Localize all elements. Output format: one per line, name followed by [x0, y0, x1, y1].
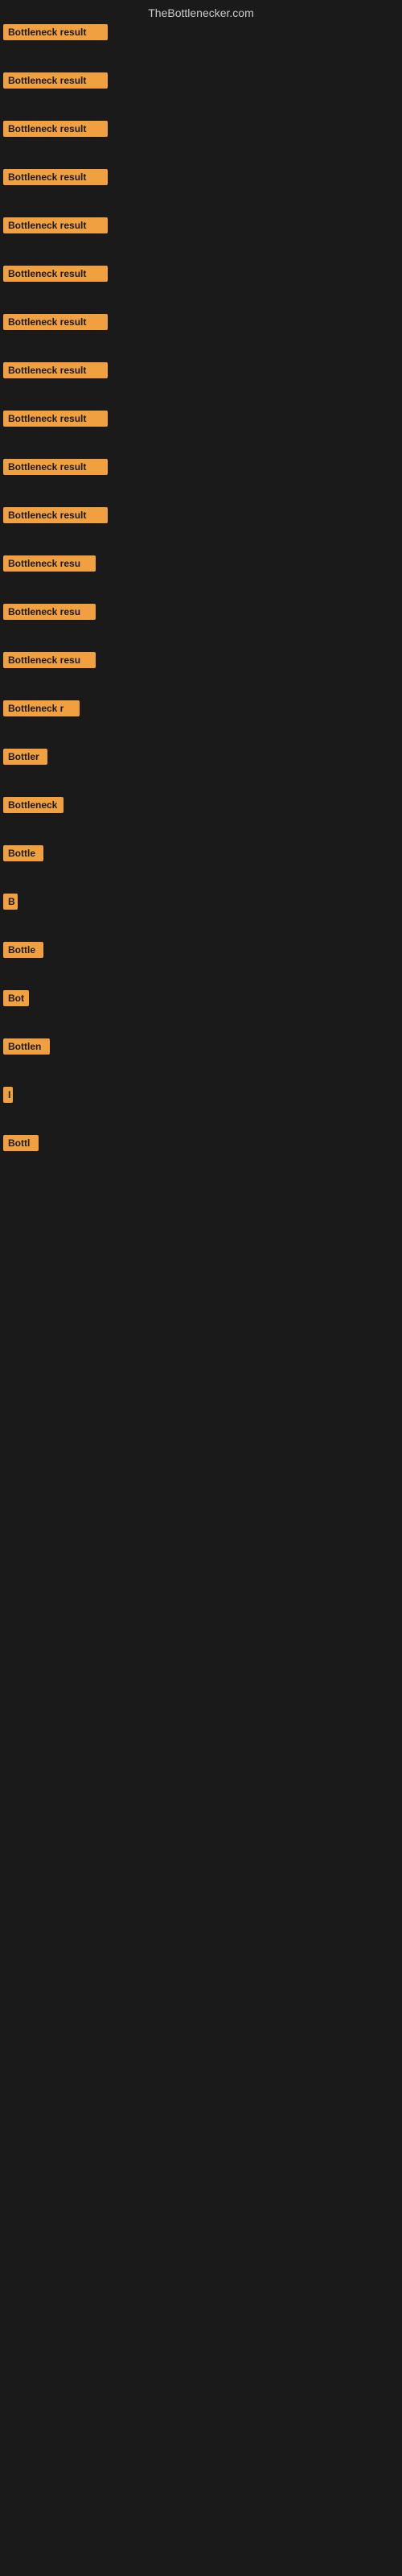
bottleneck-badge-8: Bottleneck result: [3, 362, 108, 378]
bottleneck-row-8: Bottleneck result: [3, 362, 108, 382]
bottleneck-row-12: Bottleneck resu: [3, 555, 96, 576]
bottleneck-row-4: Bottleneck result: [3, 169, 108, 189]
bottleneck-badge-5: Bottleneck result: [3, 217, 108, 233]
bottleneck-row-13: Bottleneck resu: [3, 604, 96, 624]
bottleneck-row-20: Bottle: [3, 942, 43, 962]
bottleneck-badge-7: Bottleneck result: [3, 314, 108, 330]
bottleneck-badge-12: Bottleneck resu: [3, 555, 96, 572]
bottleneck-row-22: Bottlen: [3, 1038, 50, 1059]
bottleneck-badge-20: Bottle: [3, 942, 43, 958]
bottleneck-badge-19: B: [3, 894, 18, 910]
bottleneck-badge-2: Bottleneck result: [3, 72, 108, 89]
bottleneck-row-21: Bot: [3, 990, 29, 1010]
bottleneck-badge-17: Bottleneck: [3, 797, 64, 813]
bottleneck-row-19: B: [3, 894, 18, 914]
bottleneck-row-18: Bottle: [3, 845, 43, 865]
bottleneck-badge-13: Bottleneck resu: [3, 604, 96, 620]
bottleneck-badge-23: I: [3, 1087, 13, 1103]
bottleneck-row-2: Bottleneck result: [3, 72, 108, 93]
bottleneck-badge-21: Bot: [3, 990, 29, 1006]
bottleneck-badge-11: Bottleneck result: [3, 507, 108, 523]
bottleneck-badge-6: Bottleneck result: [3, 266, 108, 282]
bottleneck-row-11: Bottleneck result: [3, 507, 108, 527]
bottleneck-badge-24: Bottl: [3, 1135, 39, 1151]
site-title: TheBottlenecker.com: [0, 0, 402, 26]
bottleneck-row-1: Bottleneck result: [3, 24, 108, 44]
bottleneck-badge-10: Bottleneck result: [3, 459, 108, 475]
bottleneck-row-15: Bottleneck r: [3, 700, 80, 720]
page-container: TheBottlenecker.com Bottleneck result Bot…: [0, 0, 402, 2576]
bottleneck-badge-1: Bottleneck result: [3, 24, 108, 40]
bottleneck-badge-9: Bottleneck result: [3, 411, 108, 427]
bottleneck-badge-16: Bottler: [3, 749, 47, 765]
bottleneck-row-6: Bottleneck result: [3, 266, 108, 286]
bottleneck-row-16: Bottler: [3, 749, 47, 769]
bottleneck-row-24: Bottl: [3, 1135, 39, 1155]
bottleneck-row-7: Bottleneck result: [3, 314, 108, 334]
bottleneck-badge-15: Bottleneck r: [3, 700, 80, 716]
bottleneck-badge-18: Bottle: [3, 845, 43, 861]
bottleneck-row-3: Bottleneck result: [3, 121, 108, 141]
bottleneck-row-14: Bottleneck resu: [3, 652, 96, 672]
bottleneck-badge-4: Bottleneck result: [3, 169, 108, 185]
bottleneck-row-10: Bottleneck result: [3, 459, 108, 479]
bottleneck-row-5: Bottleneck result: [3, 217, 108, 237]
bottleneck-badge-22: Bottlen: [3, 1038, 50, 1055]
bottleneck-row-23: I: [3, 1087, 13, 1107]
bottleneck-badge-14: Bottleneck resu: [3, 652, 96, 668]
bottleneck-badge-3: Bottleneck result: [3, 121, 108, 137]
bottleneck-row-9: Bottleneck result: [3, 411, 108, 431]
bottleneck-row-17: Bottleneck: [3, 797, 64, 817]
